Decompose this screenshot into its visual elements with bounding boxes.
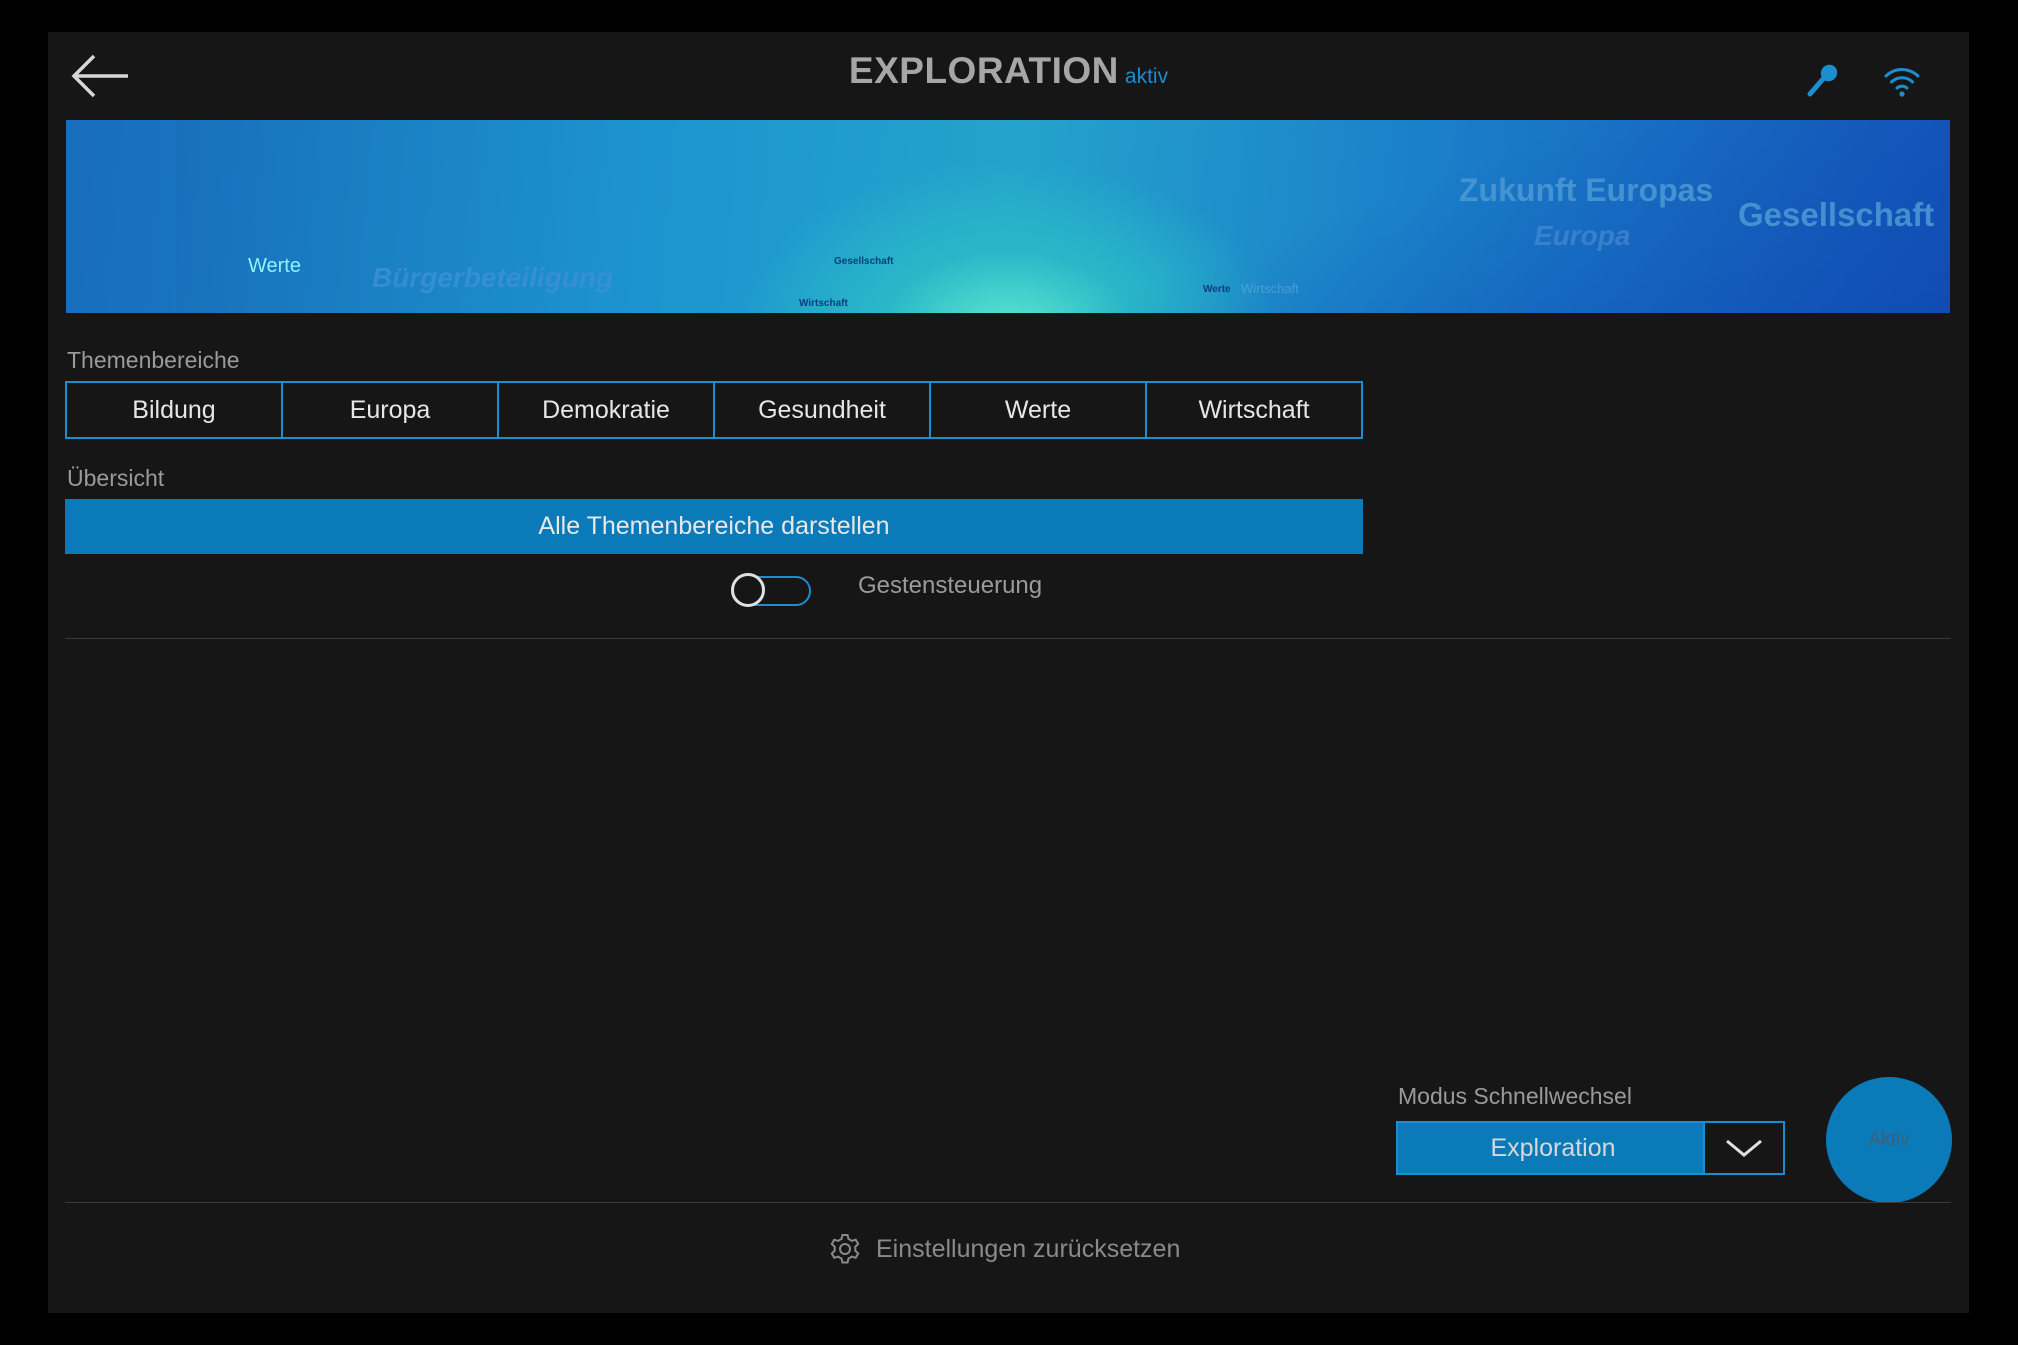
- toggle-knob: [731, 573, 765, 607]
- gesture-control-label: Gestensteuerung: [858, 572, 1043, 599]
- mode-selected-value: Exploration: [1490, 1133, 1616, 1162]
- overview-label: Übersicht: [67, 465, 165, 491]
- banner-word: Werte: [248, 255, 301, 277]
- microphone-button[interactable]: [1804, 60, 1844, 100]
- page-header: EXPLORATION aktiv: [48, 50, 1969, 92]
- status-label: aktiv: [1124, 65, 1169, 88]
- topic-button-wirtschaft[interactable]: Wirtschaft: [1145, 381, 1363, 439]
- wifi-icon: [1884, 68, 1920, 97]
- topic-button-gesundheit[interactable]: Gesundheit: [713, 381, 931, 439]
- activate-mode-button[interactable]: Aktiv: [1826, 1077, 1952, 1203]
- topic-button-group: Bildung Europa Demokratie Gesundheit Wer…: [65, 381, 1363, 439]
- banner-word: Wirtschaft: [1241, 281, 1299, 296]
- gear-icon: [830, 1234, 860, 1264]
- page-title: EXPLORATION: [848, 50, 1119, 91]
- topic-button-europa[interactable]: Europa: [281, 381, 499, 439]
- banner-word: Gesellschaft: [834, 256, 894, 267]
- banner-word: Wirtschaft: [799, 298, 848, 309]
- gesture-control-toggle[interactable]: [731, 573, 811, 607]
- chevron-down-icon: [1726, 1139, 1762, 1157]
- word-cloud-banner[interactable]: Werte Bürgerbeteiligung Gesellschaft Wir…: [66, 120, 1950, 313]
- topic-button-werte[interactable]: Werte: [929, 381, 1147, 439]
- reset-settings-button[interactable]: Einstellungen zurücksetzen: [828, 1228, 1180, 1270]
- show-all-topics-button[interactable]: Alle Themenbereiche darstellen: [65, 499, 1363, 554]
- divider: [65, 1202, 1951, 1203]
- mode-select-dropdown[interactable]: Exploration: [1396, 1121, 1785, 1175]
- divider: [65, 638, 1951, 639]
- banner-word: Bürgerbeteiligung: [372, 262, 614, 293]
- reset-settings-label: Einstellungen zurücksetzen: [876, 1234, 1181, 1263]
- banner-word: Europa: [1534, 220, 1631, 251]
- topic-button-bildung[interactable]: Bildung: [65, 381, 283, 439]
- mode-switch-label: Modus Schnellwechsel: [1398, 1083, 1632, 1109]
- banner-word: Zukunft Europas: [1459, 172, 1714, 208]
- app-screen: EXPLORATION aktiv Werte Bürgerbeteiligung…: [48, 32, 1969, 1313]
- topics-label: Themenbereiche: [67, 347, 240, 373]
- banner-word: Werte: [1203, 284, 1231, 295]
- topic-button-demokratie[interactable]: Demokratie: [497, 381, 715, 439]
- microphone-icon: [1807, 64, 1838, 97]
- banner-word: Gesellschaft: [1738, 196, 1935, 233]
- wifi-button[interactable]: [1882, 60, 1922, 100]
- dropdown-toggle[interactable]: [1703, 1123, 1783, 1173]
